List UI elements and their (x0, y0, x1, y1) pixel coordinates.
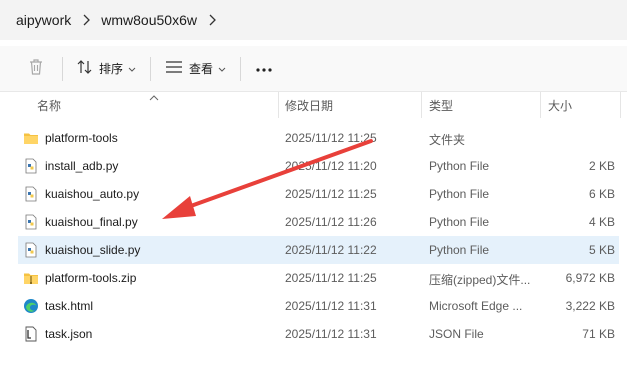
file-type: 压缩(zipped)文件... (429, 273, 531, 287)
chevron-right-icon[interactable] (197, 14, 227, 26)
file-size: 71 KB (582, 327, 615, 341)
file-date: 2025/11/12 11:31 (285, 299, 377, 313)
column-divider[interactable] (540, 92, 541, 118)
more-icon (255, 62, 273, 76)
chevron-down-icon (128, 62, 136, 76)
column-divider[interactable] (421, 92, 422, 118)
delete-button[interactable] (22, 54, 50, 84)
file-type: JSON File (429, 327, 484, 341)
file-size: 6,972 KB (565, 271, 615, 285)
file-name: platform-tools.zip (45, 271, 137, 285)
file-row[interactable]: install_adb.py 2025/11/12 11:20 Python F… (18, 152, 619, 180)
python-file-icon (23, 214, 39, 230)
file-date: 2025/11/12 11:25 (285, 271, 377, 285)
breadcrumb: aipywork wmw8ou50x6w (0, 0, 627, 40)
file-name: task.json (45, 327, 93, 341)
file-type: Python File (429, 187, 490, 201)
file-date: 2025/11/12 11:22 (285, 243, 377, 257)
file-size: 3,222 KB (565, 299, 615, 313)
file-date: 2025/11/12 11:26 (285, 215, 377, 229)
file-type: Python File (429, 159, 490, 173)
trash-icon (28, 58, 44, 79)
file-row[interactable]: platform-tools 2025/11/12 11:25 文件夹 (18, 124, 619, 152)
view-button[interactable]: 查看 (159, 54, 232, 84)
sort-icon (77, 59, 93, 78)
file-row[interactable]: kuaishou_final.py 2025/11/12 11:26 Pytho… (18, 208, 619, 236)
file-type: Python File (429, 215, 490, 229)
sort-button[interactable]: 排序 (71, 54, 142, 84)
more-options-button[interactable] (249, 54, 279, 84)
column-divider[interactable] (278, 92, 279, 118)
folder-icon (23, 130, 39, 146)
column-divider[interactable] (620, 92, 621, 118)
python-file-icon (23, 186, 39, 202)
file-date: 2025/11/12 11:25 (285, 187, 377, 201)
file-type: Python File (429, 243, 490, 257)
column-header-name[interactable]: 名称 (37, 97, 61, 114)
file-date: 2025/11/12 11:20 (285, 159, 377, 173)
file-name: install_adb.py (45, 159, 119, 173)
chevron-down-icon (218, 62, 226, 76)
file-type: 文件夹 (429, 133, 466, 147)
zip-folder-icon (23, 270, 39, 286)
file-size: 6 KB (588, 187, 615, 201)
file-size: 2 KB (588, 159, 615, 173)
file-date: 2025/11/12 11:31 (285, 327, 377, 341)
file-name: kuaishou_final.py (45, 215, 138, 229)
view-label: 查看 (189, 62, 214, 76)
chevron-right-icon[interactable] (71, 14, 101, 26)
json-file-icon (23, 326, 39, 342)
command-bar: 排序 查看 (0, 46, 627, 92)
file-date: 2025/11/12 11:25 (285, 131, 377, 145)
python-file-icon (23, 158, 39, 174)
file-type: Microsoft Edge ... (429, 299, 523, 313)
file-row[interactable]: task.json 2025/11/12 11:31 JSON File 71 … (18, 320, 619, 348)
file-name: kuaishou_auto.py (45, 187, 140, 201)
edge-html-icon (23, 298, 39, 314)
column-header-type[interactable]: 类型 (429, 97, 453, 114)
file-name: kuaishou_slide.py (45, 243, 141, 257)
file-name: task.html (45, 299, 94, 313)
breadcrumb-item-current[interactable]: wmw8ou50x6w (101, 12, 197, 28)
file-size: 5 KB (588, 243, 615, 257)
file-name: platform-tools (45, 131, 118, 145)
column-header-size[interactable]: 大小 (548, 97, 572, 114)
file-row-selected[interactable]: kuaishou_slide.py 2025/11/12 11:22 Pytho… (18, 236, 619, 264)
sort-ascending-icon (149, 90, 159, 104)
file-row[interactable]: platform-tools.zip 2025/11/12 11:25 压缩(z… (18, 264, 619, 292)
python-file-icon (23, 242, 39, 258)
file-row[interactable]: task.html 2025/11/12 11:31 Microsoft Edg… (18, 292, 619, 320)
file-row[interactable]: kuaishou_auto.py 2025/11/12 11:25 Python… (18, 180, 619, 208)
toolbar-divider (62, 56, 63, 81)
column-header-date[interactable]: 修改日期 (285, 97, 333, 114)
file-size: 4 KB (588, 215, 615, 229)
list-view-icon (165, 60, 183, 77)
breadcrumb-item-aipywork[interactable]: aipywork (16, 12, 71, 28)
column-header-row: 名称 修改日期 类型 大小 (0, 92, 627, 118)
toolbar-divider (240, 56, 242, 81)
toolbar-divider (150, 56, 152, 81)
sort-label: 排序 (99, 62, 124, 76)
